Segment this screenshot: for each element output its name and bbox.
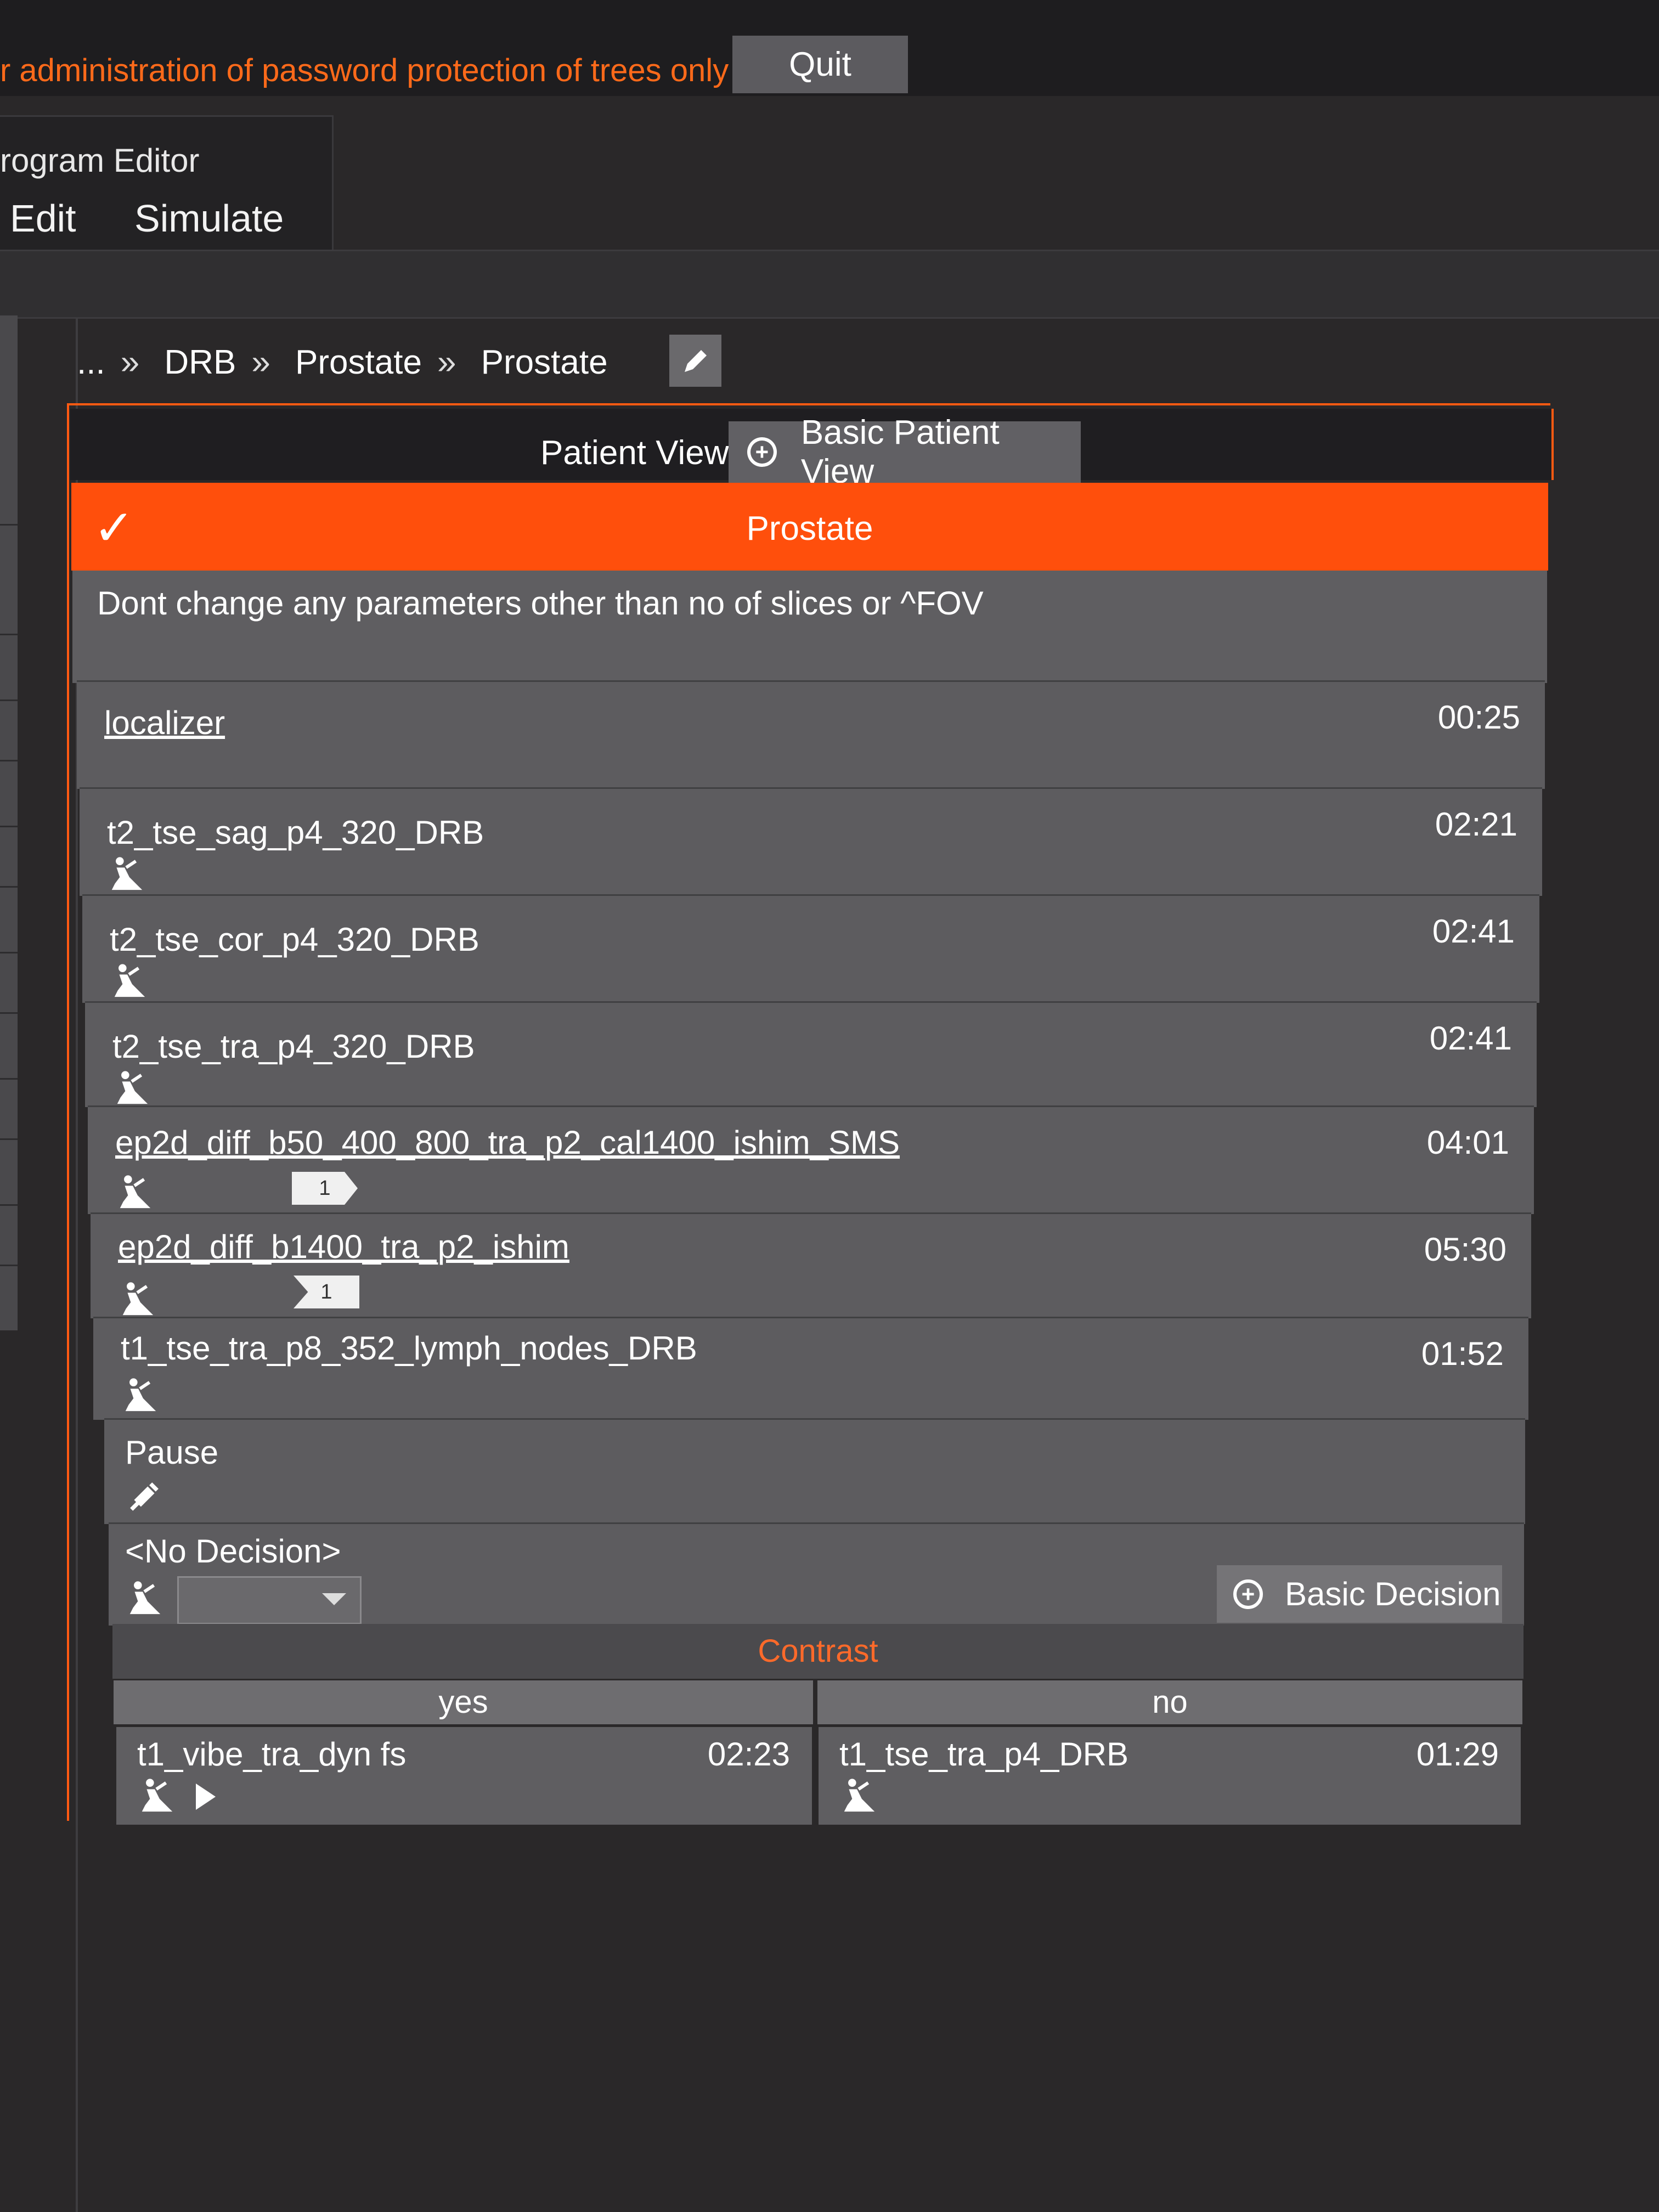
worker-icon	[114, 964, 145, 997]
protocol-row[interactable]: t2_tse_sag_p4_320_DRB 02:21	[80, 787, 1542, 896]
protocol-duration: 02:41	[1432, 913, 1515, 950]
worker-icon	[117, 1071, 148, 1104]
protocol-duration: 02:21	[1435, 806, 1517, 843]
top-bar: r administration of password protection …	[0, 0, 1659, 96]
window-title: rogram Editor	[0, 142, 200, 179]
breadcrumb-current: Prostate	[481, 343, 608, 381]
contrast-label: Contrast	[112, 1624, 1523, 1679]
worker-icon	[125, 1378, 156, 1412]
protocol-name: t2_tse_tra_p4_320_DRB	[112, 1028, 475, 1065]
edit-pencil-button[interactable]	[669, 335, 721, 387]
worker-icon	[129, 1581, 161, 1615]
program-name: Prostate	[746, 510, 873, 548]
protocol-row[interactable]: t1_tse_tra_p8_352_lymph_nodes_DRB 01:52	[93, 1317, 1528, 1420]
program-note: Dont change any parameters other than no…	[72, 571, 1547, 683]
worker-icon	[142, 1779, 173, 1812]
basic-patient-view-label: Basic Patient View	[800, 414, 1000, 490]
protocol-duration: 01:29	[1416, 1736, 1499, 1773]
protocol-duration: 01:52	[1421, 1335, 1504, 1372]
branch-yes-header[interactable]: yes	[114, 1680, 813, 1724]
menu-simulate[interactable]: Simulate	[134, 196, 284, 240]
program-header[interactable]: ✓ Prostate	[71, 483, 1548, 571]
chevron-down-icon	[322, 1593, 346, 1605]
syringe-icon	[130, 1482, 159, 1511]
protocol-row[interactable]: ep2d_diff_b50_400_800_tra_p2_cal1400_ish…	[88, 1105, 1534, 1214]
decision-dropdown[interactable]	[177, 1576, 362, 1624]
protocol-row[interactable]: t2_tse_cor_p4_320_DRB 02:41	[82, 894, 1539, 1003]
protocol-row[interactable]: t2_tse_tra_p4_320_DRB 02:41	[85, 1001, 1537, 1107]
protocol-duration: 00:25	[1437, 699, 1520, 736]
protocol-duration: 02:23	[707, 1736, 790, 1773]
admin-notice: r administration of password protection …	[0, 53, 729, 88]
sequence-tag: 1	[294, 1276, 359, 1308]
worker-icon	[844, 1779, 875, 1812]
protocol-name: Pause	[125, 1434, 219, 1471]
program-editor-menu: rogram Editor Edit Simulate	[0, 115, 334, 253]
breadcrumb-separator: »	[251, 343, 270, 381]
worker-icon	[122, 1282, 154, 1316]
breadcrumb: ... » DRB » Prostate » Prostate	[77, 343, 623, 382]
branch-no-protocol[interactable]: t1_tse_tra_p4_DRB 01:29	[819, 1727, 1521, 1825]
note-text: Dont change any parameters other than no…	[97, 585, 984, 622]
protocol-name[interactable]: ep2d_diff_b50_400_800_tra_p2_cal1400_ish…	[115, 1124, 900, 1161]
patient-view-label: Patient View	[540, 434, 729, 472]
left-panel-edge	[0, 315, 18, 1330]
protocol-row-pause[interactable]: Pause	[104, 1418, 1525, 1524]
protocol-name: t2_tse_sag_p4_320_DRB	[107, 814, 484, 851]
sequence-tag: 1	[292, 1172, 358, 1205]
basic-patient-view-button[interactable]: + Basic Patient View	[729, 414, 1081, 490]
play-icon[interactable]	[196, 1784, 216, 1810]
protocol-row[interactable]: ep2d_diff_b1400_tra_p2_ishim 05:30 1	[91, 1212, 1531, 1318]
pencil-icon	[684, 349, 707, 372]
protocol-duration: 04:01	[1426, 1124, 1509, 1161]
worker-icon	[120, 1175, 151, 1209]
protocol-name: t2_tse_cor_p4_320_DRB	[110, 921, 479, 958]
breadcrumb-drb[interactable]: DRB	[164, 343, 236, 381]
add-circle-icon: +	[747, 437, 777, 467]
protocol-name: t1_tse_tra_p8_352_lymph_nodes_DRB	[121, 1330, 697, 1367]
quit-button[interactable]: Quit	[732, 36, 908, 93]
protocol-duration: 02:41	[1429, 1020, 1512, 1057]
basic-decision-label: Basic Decision	[1285, 1576, 1501, 1612]
protocol-duration: 05:30	[1424, 1231, 1506, 1268]
breadcrumb-prostate[interactable]: Prostate	[295, 343, 422, 381]
breadcrumb-separator: »	[437, 343, 456, 381]
decision-label: <No Decision>	[125, 1533, 341, 1570]
worker-icon	[111, 857, 143, 890]
breadcrumb-separator: »	[120, 343, 140, 381]
breadcrumb-ellipsis[interactable]: ...	[77, 343, 105, 381]
basic-decision-button[interactable]: + Basic Decision	[1217, 1565, 1502, 1623]
protocol-name: t1_vibe_tra_dyn fs	[137, 1736, 407, 1773]
protocol-name[interactable]: ep2d_diff_b1400_tra_p2_ishim	[118, 1228, 569, 1266]
protocol-name: t1_tse_tra_p4_DRB	[839, 1736, 1128, 1773]
menu-edit[interactable]: Edit	[10, 196, 76, 240]
decision-row[interactable]: <No Decision> + Basic Decision	[109, 1522, 1524, 1626]
protocol-name[interactable]: localizer	[104, 704, 225, 742]
branch-yes-protocol[interactable]: t1_vibe_tra_dyn fs 02:23	[116, 1727, 812, 1825]
add-circle-icon: +	[1233, 1579, 1263, 1609]
branch-no-header[interactable]: no	[817, 1680, 1522, 1724]
toolbar-strip	[0, 250, 1659, 319]
protocol-row[interactable]: localizer 00:25	[77, 680, 1545, 789]
